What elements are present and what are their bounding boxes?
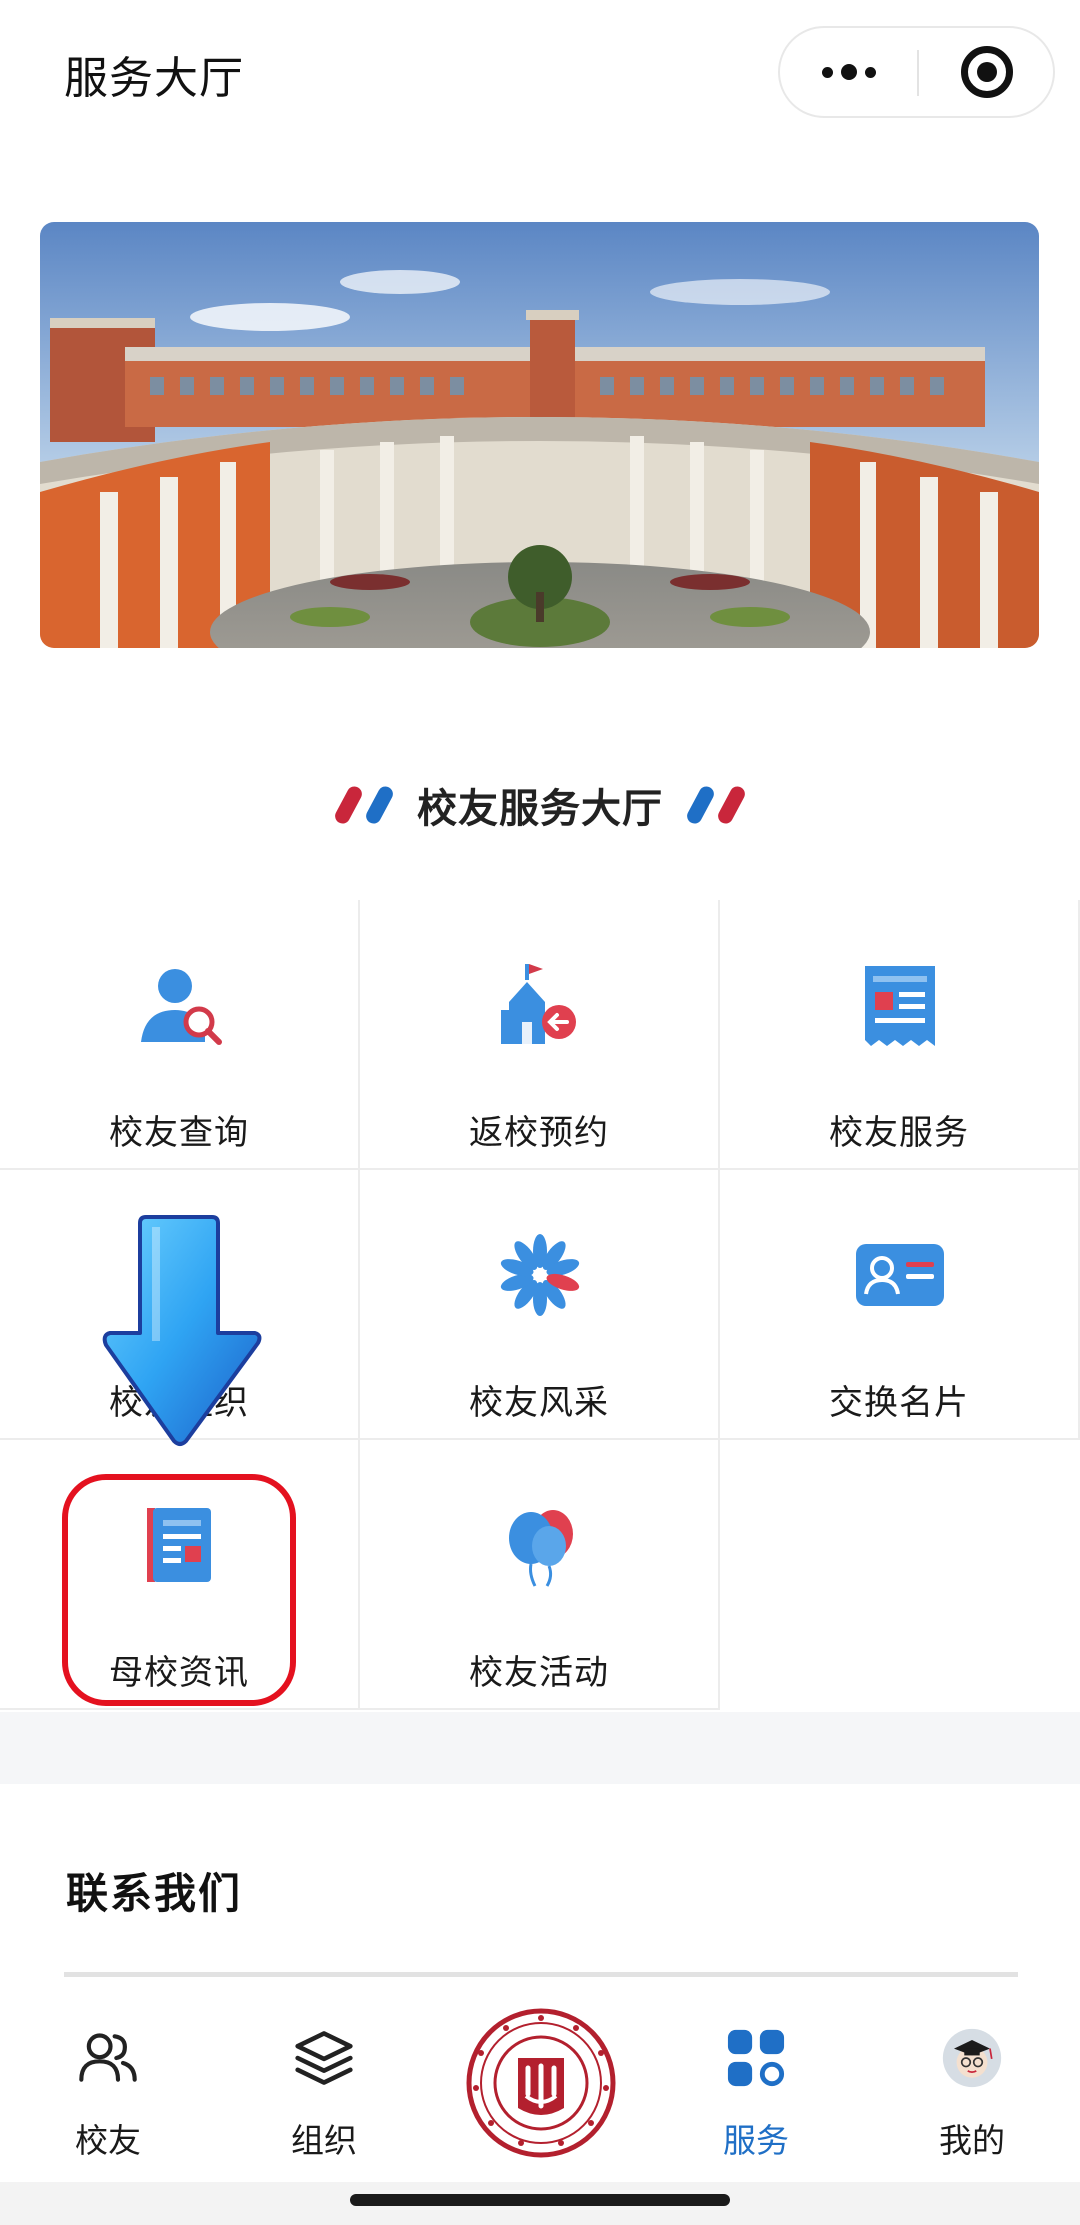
page-title: 服务大厅 <box>64 53 244 104</box>
service-alumni-showcase[interactable]: 校友风采 <box>360 1170 720 1440</box>
business-card-icon <box>850 1225 950 1325</box>
mini-program-capsule <box>778 26 1055 118</box>
home-indicator[interactable] <box>350 2194 730 2206</box>
decor-red-dash <box>332 783 365 827</box>
tab-services[interactable]: 服务 <box>648 1988 864 2182</box>
more-options-icon[interactable] <box>780 28 917 116</box>
tab-alumni[interactable]: 校友 <box>0 1988 216 2182</box>
service-label: 校友风采 <box>469 1383 609 1423</box>
campus-banner-image[interactable] <box>40 222 1039 648</box>
section-separator <box>0 1712 1080 1784</box>
contact-us-title: 联系我们 <box>66 1869 243 1918</box>
service-label: 校友查询 <box>109 1113 249 1153</box>
service-alumni-events[interactable]: 校友活动 <box>360 1440 720 1710</box>
section-header: 校友服务大厅 <box>0 770 1080 840</box>
service-label: 交换名片 <box>829 1383 969 1423</box>
decor-blue-dash <box>684 783 717 827</box>
tab-profile[interactable]: 我的 <box>864 1988 1080 2182</box>
decor-red-dash <box>715 783 748 827</box>
close-target-icon[interactable] <box>919 28 1055 116</box>
service-label: 返校预约 <box>469 1113 609 1153</box>
down-arrow-icon <box>100 1213 265 1448</box>
service-alumni-search[interactable]: 校友查询 <box>0 900 360 1170</box>
highlight-ring <box>62 1474 296 1706</box>
grid-apps-icon <box>726 2028 786 2088</box>
school-return-icon <box>490 955 590 1055</box>
alumni-search-icon <box>130 955 230 1055</box>
pinwheel-icon <box>490 1225 590 1325</box>
service-exchange-card[interactable]: 交换名片 <box>720 1170 1080 1440</box>
layers-icon <box>294 2028 354 2088</box>
people-icon <box>78 2028 138 2088</box>
decor-blue-dash <box>363 783 396 827</box>
service-return-appointment[interactable]: 返校预约 <box>360 900 720 1170</box>
top-bar: 服务大厅 <box>0 0 1080 150</box>
avatar-icon <box>942 2028 1002 2088</box>
balloons-icon <box>490 1495 590 1595</box>
tab-label: 组织 <box>291 2121 357 2160</box>
service-alumni-services[interactable]: 校友服务 <box>720 900 1080 1170</box>
university-emblem[interactable] <box>466 2008 616 2158</box>
document-list-icon <box>850 955 950 1055</box>
tab-label: 服务 <box>723 2121 789 2160</box>
tab-label: 我的 <box>939 2121 1005 2160</box>
service-label: 校友服务 <box>829 1113 969 1153</box>
service-label: 校友活动 <box>469 1653 609 1693</box>
tab-label: 校友 <box>75 2121 141 2160</box>
tab-organization[interactable]: 组织 <box>216 1988 432 2182</box>
contact-divider <box>64 1972 1018 1977</box>
section-title: 校友服务大厅 <box>417 786 663 832</box>
